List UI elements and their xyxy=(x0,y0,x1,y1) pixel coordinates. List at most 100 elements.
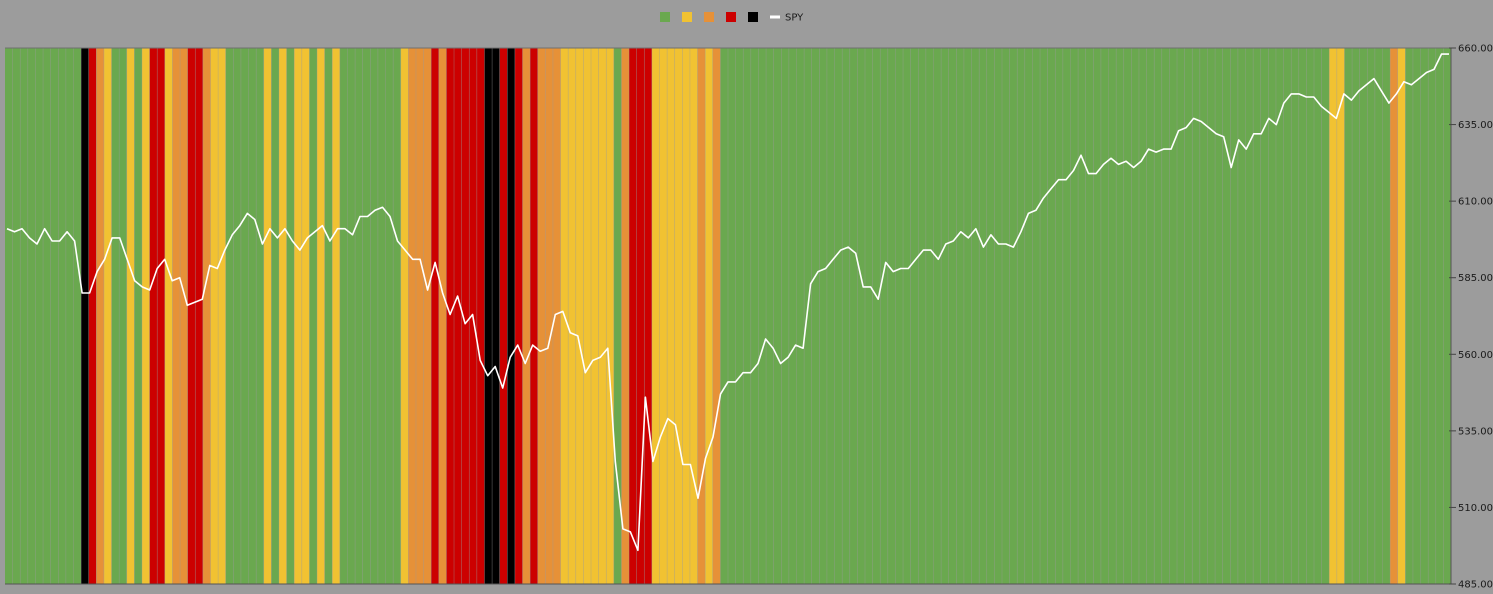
regime-bar-green xyxy=(1374,48,1383,584)
regime-bar-green xyxy=(1070,48,1079,584)
regime-bar-green xyxy=(918,48,926,584)
legend-item-orange[interactable] xyxy=(704,12,714,22)
regime-bar-green xyxy=(1367,48,1375,584)
regime-bar-green xyxy=(1131,48,1139,584)
regime-bar-green xyxy=(355,48,363,584)
regime-bar-green xyxy=(826,48,835,584)
regime-bar-yellow xyxy=(278,48,287,584)
legend-item-yellow[interactable] xyxy=(682,12,692,22)
regime-bar-green xyxy=(58,48,66,584)
regime-bar-yellow xyxy=(164,48,173,584)
regime-bar-green xyxy=(1253,48,1261,584)
regime-bar-red xyxy=(149,48,158,584)
regime-bar-green xyxy=(1078,48,1086,584)
y-tick-label: 635.00 xyxy=(1458,120,1493,131)
regime-bar-yellow xyxy=(294,48,302,584)
legend-item-red[interactable] xyxy=(726,12,736,22)
legend[interactable]: SPY xyxy=(660,12,804,24)
regime-bar-green xyxy=(1314,48,1322,584)
regime-bar-green xyxy=(933,48,942,584)
regime-bar-green xyxy=(743,48,751,584)
regime-bar-green xyxy=(43,48,51,584)
regime-bar-green xyxy=(1100,48,1109,584)
regime-bar-green xyxy=(1116,48,1124,584)
regime-bar-green xyxy=(895,48,904,584)
y-axis: 485.00 510.00 535.00 560.00 585.00 610.00 635.… xyxy=(1449,44,1493,591)
regime-bar-orange xyxy=(408,48,416,584)
regime-bar-green xyxy=(986,48,995,584)
regime-bar-yellow xyxy=(210,48,219,584)
legend-item-spy[interactable]: SPY xyxy=(770,13,804,24)
regime-bar-green xyxy=(1062,48,1071,584)
regime-bar-green xyxy=(324,48,333,584)
y-tick-label: 585.00 xyxy=(1458,273,1493,284)
y-tick-label: 610.00 xyxy=(1458,197,1493,208)
regime-bar-orange xyxy=(1390,48,1398,584)
regime-bar-green xyxy=(720,48,728,584)
regime-bar-green xyxy=(1047,48,1056,584)
regime-bar-yellow xyxy=(651,48,660,584)
regime-bar-green xyxy=(5,48,13,584)
legend-swatch-yellow xyxy=(682,12,692,22)
regime-bar-red xyxy=(446,48,455,584)
regime-bar-green xyxy=(1108,48,1117,584)
regime-bar-green xyxy=(941,48,949,584)
regime-bar-green xyxy=(994,48,1002,584)
regime-bar-orange xyxy=(96,48,104,584)
regime-bar-red xyxy=(530,48,538,584)
regime-bar-yellow xyxy=(1336,48,1345,584)
regime-bar-green xyxy=(1405,48,1413,584)
regime-bar-red xyxy=(157,48,165,584)
regime-bar-yellow xyxy=(332,48,340,584)
regime-bar-black xyxy=(507,48,515,584)
regime-bar-green xyxy=(819,48,827,584)
regime-bar-green xyxy=(1123,48,1132,584)
regime-bar-green xyxy=(1169,48,1178,584)
regime-bar-green xyxy=(788,48,797,584)
regime-bar-green xyxy=(1146,48,1155,584)
regime-bar-green xyxy=(1055,48,1063,584)
regime-bar-green xyxy=(12,48,21,584)
regime-bar-orange xyxy=(172,48,181,584)
regime-bar-green xyxy=(73,48,82,584)
legend-swatch-spy xyxy=(770,15,780,19)
regime-bar-green xyxy=(948,48,957,584)
regime-bar-green xyxy=(1382,48,1391,584)
regime-bar-green xyxy=(377,48,386,584)
regime-bar-green xyxy=(362,48,371,584)
regime-bar-green xyxy=(65,48,74,584)
regime-bar-yellow xyxy=(598,48,607,584)
regime-bar-orange xyxy=(545,48,553,584)
regime-bar-green xyxy=(903,48,911,584)
legend-swatch-black xyxy=(748,12,758,22)
y-tick-label: 560.00 xyxy=(1458,350,1493,361)
regime-bar-green xyxy=(1093,48,1101,584)
regime-bar-green xyxy=(134,48,142,584)
y-tick-label: 510.00 xyxy=(1458,503,1493,514)
regime-bar-black xyxy=(81,48,89,584)
regime-bar-green xyxy=(233,48,241,584)
regime-bar-red xyxy=(476,48,485,584)
regime-bar-green xyxy=(1161,48,1170,584)
regime-bar-green xyxy=(385,48,394,584)
regime-bar-green xyxy=(887,48,896,584)
regime-bar-green xyxy=(1222,48,1231,584)
legend-item-green[interactable] xyxy=(660,12,670,22)
regime-bar-green xyxy=(910,48,919,584)
regime-bar-red xyxy=(195,48,203,584)
regime-bar-green xyxy=(50,48,59,584)
legend-item-black[interactable] xyxy=(748,12,758,22)
regime-bar-green xyxy=(1291,48,1299,584)
regime-bar-green xyxy=(963,48,972,584)
regime-bar-orange xyxy=(537,48,546,584)
y-tick-label: 485.00 xyxy=(1458,580,1493,591)
regime-bar-green xyxy=(256,48,264,584)
regime-bar-yellow xyxy=(1329,48,1337,584)
regime-bar-yellow xyxy=(317,48,325,584)
regime-bar-green xyxy=(1268,48,1276,584)
regime-bar-yellow xyxy=(659,48,668,584)
regime-bar-red xyxy=(514,48,523,584)
regime-bar-orange xyxy=(438,48,447,584)
regime-bar-yellow xyxy=(689,48,698,584)
regime-bar-green xyxy=(248,48,257,584)
